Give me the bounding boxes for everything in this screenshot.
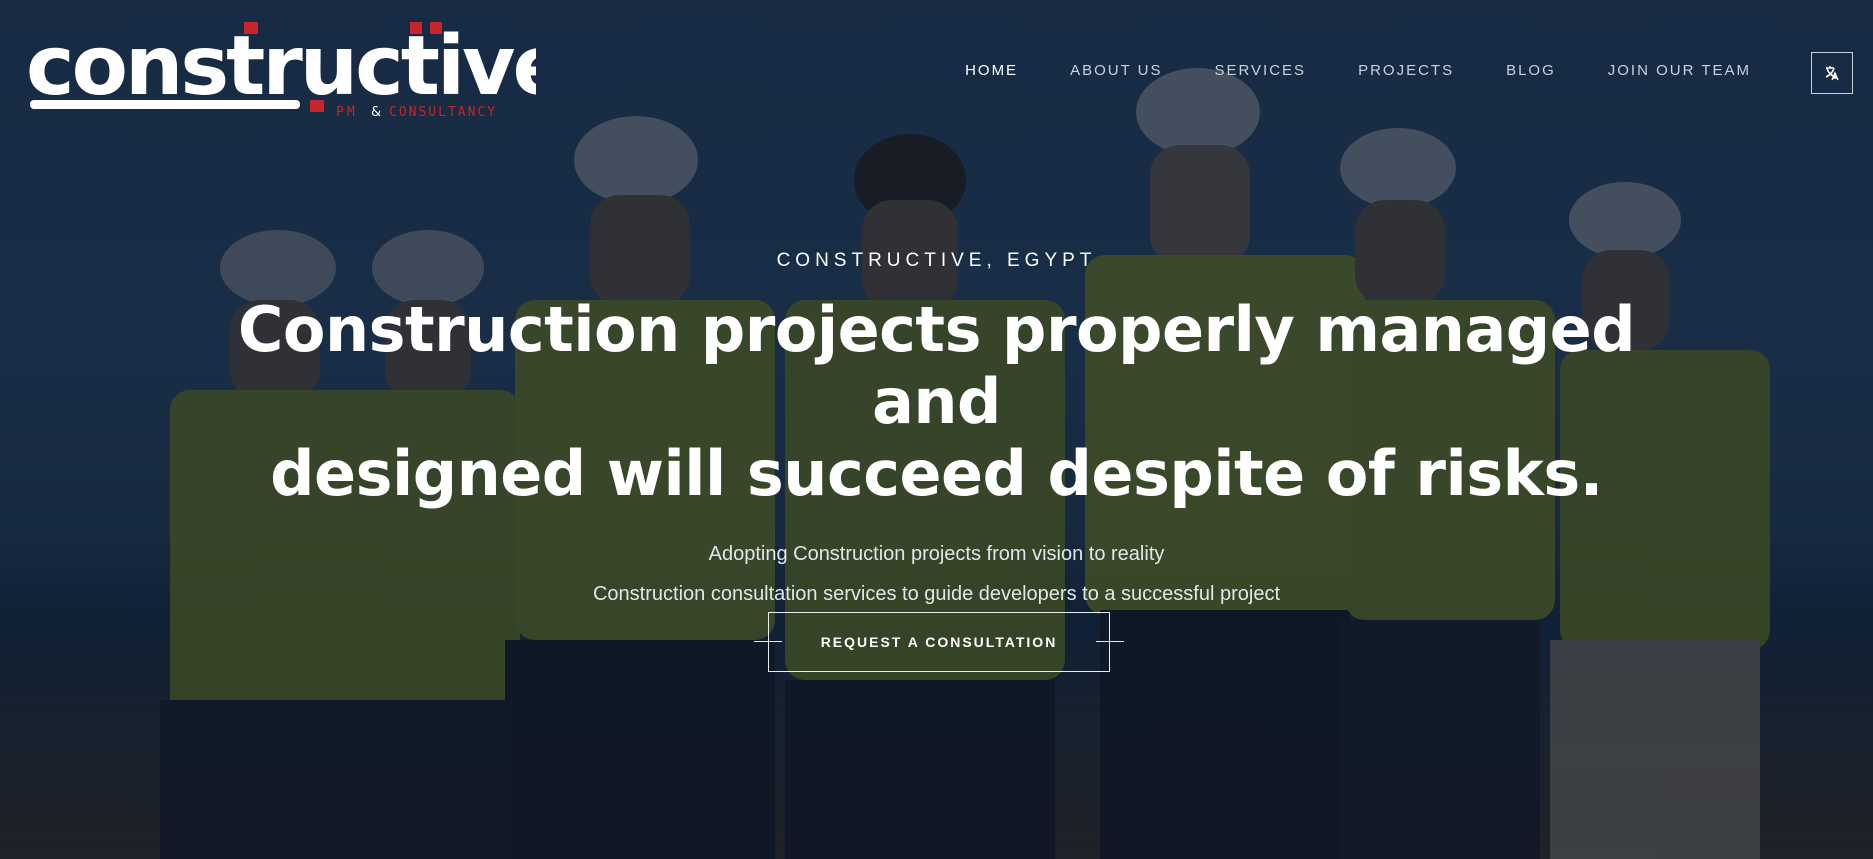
cta-decorative-line-left bbox=[754, 641, 782, 642]
nav-item-home[interactable]: HOME bbox=[939, 62, 1044, 79]
hero-subtitle-line-2: Construction consultation services to gu… bbox=[592, 583, 1281, 605]
nav-item-join-our-team[interactable]: JOIN OUR TEAM bbox=[1582, 62, 1777, 79]
hero-subtitle: Adopting Construction projects from visi… bbox=[0, 534, 1873, 614]
request-consultation-button[interactable]: REQUEST A CONSULTATION bbox=[768, 612, 1110, 672]
nav-item-blog[interactable]: BLOG bbox=[1480, 62, 1582, 79]
hero-content: CONSTRUCTIVE, EGYPT Construction project… bbox=[0, 250, 1873, 614]
site-header: constructive PM & CONSULTANCY HOME ABOUT… bbox=[0, 0, 1873, 150]
brand-logo[interactable]: constructive PM & CONSULTANCY bbox=[26, 19, 568, 122]
svg-text:PM: PM bbox=[336, 105, 358, 120]
hero-headline-line-2: designed will succeed despite of risks. bbox=[270, 437, 1603, 510]
main-nav: HOME ABOUT US SERVICES PROJECTS BLOG JOI… bbox=[939, 62, 1777, 79]
language-switch-icon bbox=[1825, 66, 1839, 81]
language-switch-button[interactable] bbox=[1811, 52, 1853, 94]
cta-decorative-line-right bbox=[1096, 641, 1124, 642]
nav-item-about-us[interactable]: ABOUT US bbox=[1044, 62, 1188, 79]
svg-text:&: & bbox=[371, 105, 381, 120]
nav-item-services[interactable]: SERVICES bbox=[1188, 62, 1332, 79]
nav-item-projects[interactable]: PROJECTS bbox=[1332, 62, 1480, 79]
hero-subtitle-line-1: Adopting Construction projects from visi… bbox=[708, 543, 1165, 565]
svg-text:CONSULTANCY: CONSULTANCY bbox=[389, 105, 497, 120]
hero-headline-line-1: Construction projects properly managed a… bbox=[237, 293, 1636, 438]
hero-headline: Construction projects properly managed a… bbox=[237, 294, 1637, 510]
cta-wrapper: REQUEST A CONSULTATION bbox=[754, 612, 1124, 672]
hero-eyebrow: CONSTRUCTIVE, EGYPT bbox=[776, 250, 1097, 271]
